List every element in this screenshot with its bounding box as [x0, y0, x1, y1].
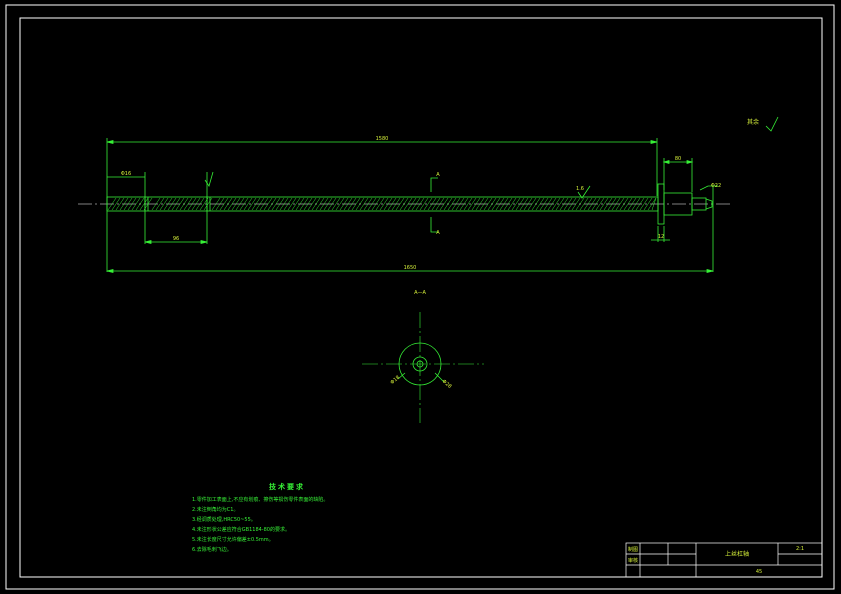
section-view-label: A—A [414, 290, 426, 296]
section-cut-top [430, 177, 438, 192]
cad-drawing: 1580 1650 Φ16 96 80 Φ22 12 1.6 A A 其余 A—… [5, 4, 835, 590]
drawing-scale: 2:1 [796, 546, 804, 552]
dim-overall-top: 1580 [376, 136, 389, 142]
dim-flange-width: 12 [658, 234, 664, 240]
roughness-note: 其余 [747, 118, 759, 126]
note-line-4: 4.未注形状公差应符合GB1184-80的要求。 [192, 527, 290, 533]
section-mark-top: A [436, 172, 440, 178]
part-name: 上丝杠轴 [725, 550, 749, 558]
note-line-1: 1.零件加工表面上,不应有划痕、擦伤等损伤零件表面的缺陷。 [192, 497, 329, 503]
section-mark-bottom: A [436, 230, 440, 236]
note-line-2: 2.未注倒角均为C1。 [192, 507, 239, 513]
dim-left-diameter: Φ16 [121, 171, 131, 177]
technical-notes: 技术要求 1.零件加工表面上,不应有划痕、擦伤等损伤零件表面的缺陷。 2.未注倒… [192, 482, 392, 555]
title-row-label-1: 制图 [628, 546, 638, 553]
title-row-label-2: 审核 [628, 557, 638, 564]
section-dim-right: Φ28 [441, 379, 453, 390]
title-block [625, 542, 823, 578]
dim-left-segment: 96 [173, 236, 179, 242]
dim-overall-bottom: 1650 [404, 265, 417, 271]
part-material: 45 [756, 569, 762, 575]
notes-title: 技术要求 [269, 483, 305, 491]
inner-frame [19, 17, 823, 578]
outer-frame [5, 4, 835, 590]
note-line-3: 3.经调质处理,HRC50~55。 [192, 517, 256, 523]
shaft-view [78, 116, 779, 274]
dim-head-length: 80 [675, 156, 681, 162]
dim-right-diameter: Φ22 [711, 183, 721, 189]
roughness-thread: 1.6 [576, 186, 584, 192]
section-dim-left: Φ18 [389, 375, 401, 386]
section-view [362, 312, 484, 423]
note-line-5: 5.未注长度尺寸允许偏差±0.5mm。 [192, 537, 274, 543]
note-line-6: 6.去除毛刺飞边。 [192, 547, 232, 553]
